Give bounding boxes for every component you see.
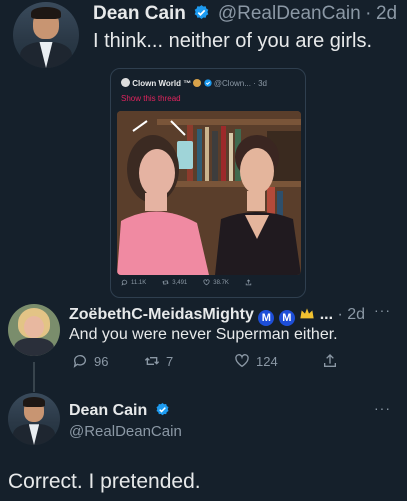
quote-reply-button[interactable]: 11.1K [121,279,146,286]
more-icon[interactable]: ··· [374,400,391,416]
reply-header: ZoëbethC-MeidasMighty M M ... · 2d [69,306,365,326]
show-thread-link[interactable]: Show this thread [121,94,181,103]
display-name[interactable]: Dean Cain [69,402,147,419]
quote-separator: · [253,79,256,88]
reply-icon [73,355,86,368]
avatar[interactable] [8,304,60,356]
share-icon [324,354,336,367]
main-tweet-text: Correct. I pretended. [8,470,201,493]
verified-icon [195,5,209,19]
tweet-header: Dean Cain @RealDeanCain · 2d [93,3,397,25]
reply-icon [121,279,128,286]
reply-button[interactable]: 96 [72,353,144,369]
heart-icon [203,279,210,286]
photo-illustration [117,111,301,275]
more-icon[interactable]: ··· [374,302,391,318]
retweet-button[interactable]: 7 [144,353,234,369]
badge-m-icon: M [278,310,295,326]
verified-icon [156,402,169,416]
retweet-icon [144,357,160,365]
quote-reply-count: 11.1K [131,279,147,286]
reply-display-name[interactable]: ZoëbethC-MeidasMighty [69,306,254,323]
reply-count: 96 [94,353,109,369]
timestamp[interactable]: 2d [347,306,365,323]
avatar[interactable] [13,2,79,68]
retweet-count: 7 [166,353,174,369]
badge-m-icon: M [258,310,275,326]
quote-like-count: 38.7K [213,279,229,286]
quote-photo[interactable] [117,111,301,275]
separator: · [365,3,372,24]
reply-actions: 96 7 124 [72,353,342,369]
share-icon [245,279,252,286]
like-button[interactable]: 124 [234,353,322,369]
share-button[interactable] [322,353,338,369]
quote-retweet-button[interactable]: 3,491 [162,279,187,286]
tweet-text: I think... neither of you are girls. [93,30,373,52]
quote-display-name[interactable]: Clown World ™ [132,79,191,88]
quote-retweet-count: 3,491 [172,279,188,286]
quote-handle[interactable]: @Clown... [214,79,251,88]
like-count: 124 [256,353,278,369]
retweet-icon [162,280,169,285]
timestamp[interactable]: 2d [376,3,397,24]
avatar-hair [31,7,61,20]
quote-share-button[interactable] [245,279,252,286]
avatar-body [14,338,54,356]
quote-actions: 11.1K 3,491 38.7K [121,279,297,286]
quote-header: Clown World ™ @Clown... · 3d [121,78,267,88]
name-ellipsis: ... [319,306,334,323]
thread-connector [33,362,35,392]
avatar[interactable] [8,393,60,445]
crown-icon [300,308,314,319]
heart-icon [235,354,249,368]
quote-like-button[interactable]: 38.7K [203,279,229,286]
main-header: Dean Cain [69,402,173,420]
display-name[interactable]: Dean Cain [93,3,186,24]
handle[interactable]: @RealDeanCain [218,3,361,24]
quote-timestamp[interactable]: 3d [258,79,267,88]
handle[interactable]: @RealDeanCain [69,423,182,440]
avatar-face [24,316,44,338]
verified-icon [204,79,212,87]
separator: · [337,306,343,323]
embedded-quote[interactable]: Clown World ™ @Clown... · 3d Show this t… [110,68,306,298]
clown-avatar-icon [121,78,130,87]
avatar-hair [22,397,46,407]
reply-text: And you were never Superman either. [69,326,338,343]
emoji-icon [193,79,202,87]
